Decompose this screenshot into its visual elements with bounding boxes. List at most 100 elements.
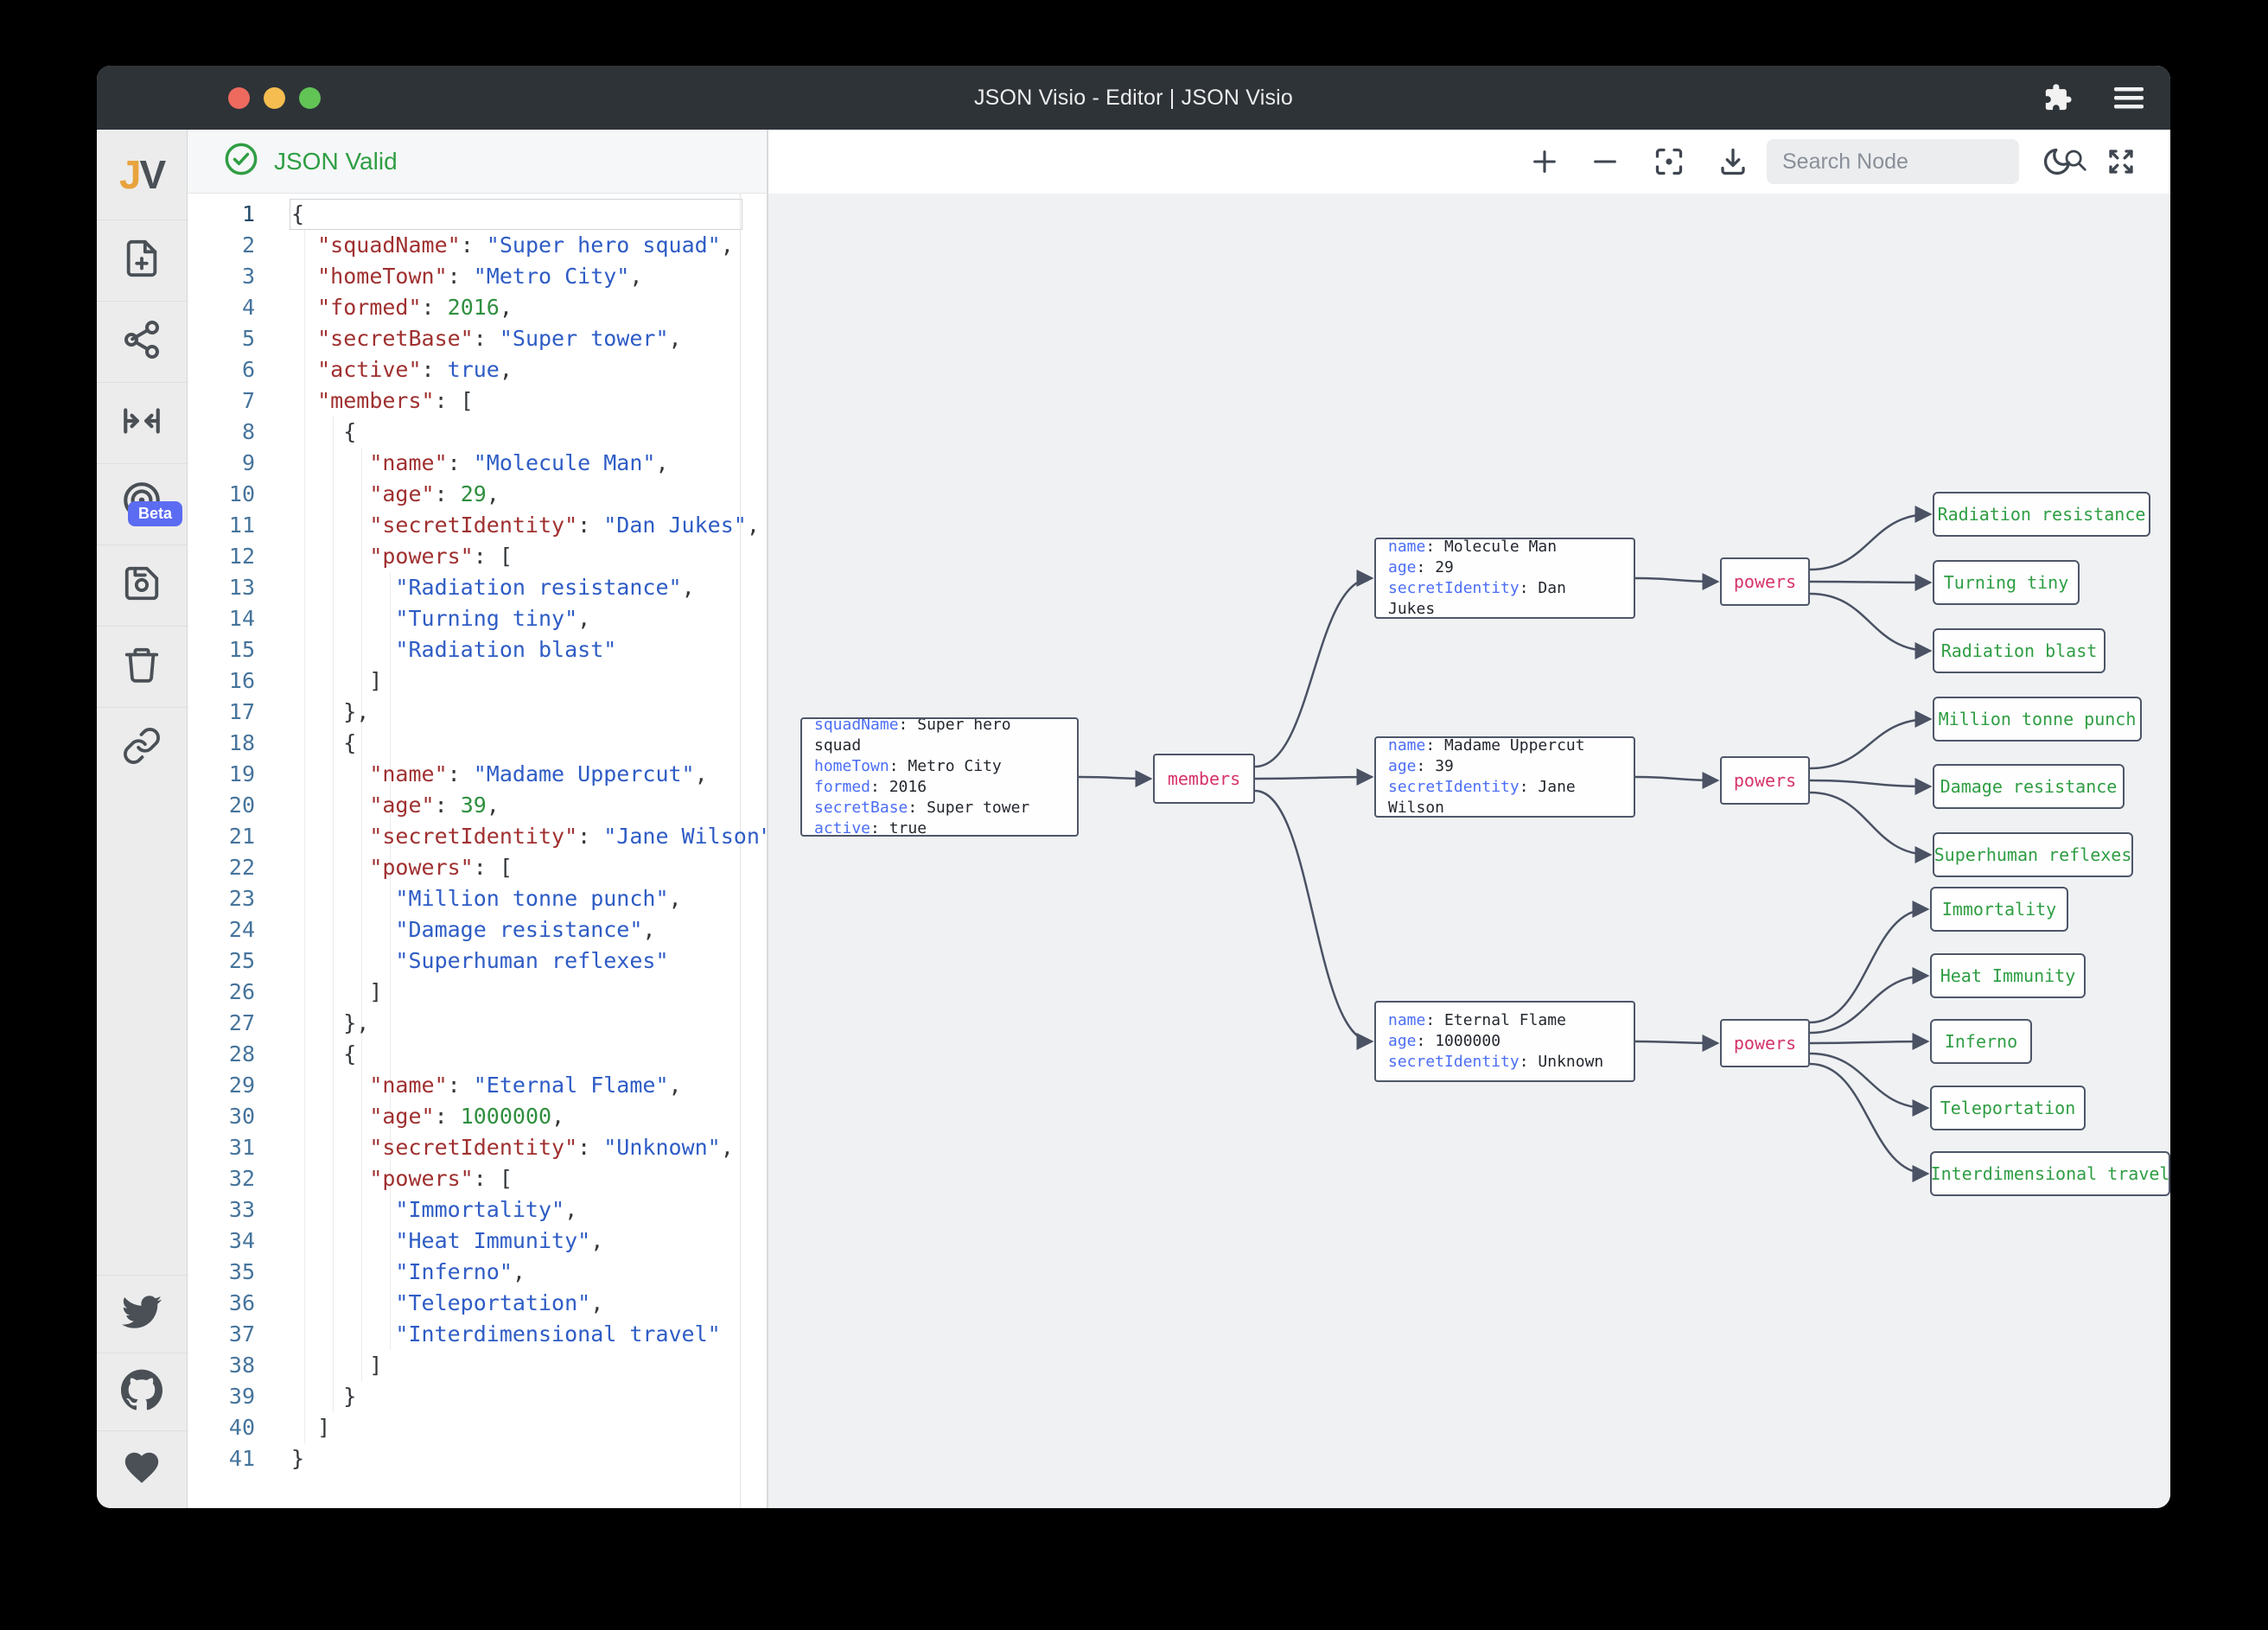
code-line: 35 "Inferno",: [188, 1257, 767, 1288]
code-line: 18 {: [188, 728, 767, 759]
code-line: 23 "Million tonne punch",: [188, 883, 767, 914]
sidebar-item-new-document[interactable]: [97, 220, 187, 301]
power-leaf-node[interactable]: Teleportation: [1930, 1086, 2086, 1130]
extension-icon[interactable]: [2042, 82, 2074, 113]
member-node[interactable]: name: Molecule Manage: 29secretIdentity:…: [1374, 538, 1635, 619]
save-icon: [122, 563, 162, 608]
line-number: 7: [188, 385, 255, 417]
line-number: 11: [188, 510, 255, 541]
line-number: 30: [188, 1101, 255, 1132]
power-leaf-node[interactable]: Turning tiny: [1933, 560, 2080, 605]
member-node[interactable]: name: Madame Uppercutage: 39secretIdenti…: [1374, 736, 1635, 818]
sidebar-item-twitter[interactable]: [97, 1275, 187, 1353]
line-number: 15: [188, 634, 255, 665]
line-number: 34: [188, 1226, 255, 1257]
power-leaf-node[interactable]: Heat Immunity: [1930, 953, 2086, 998]
line-number: 19: [188, 759, 255, 790]
sidebar-item-github[interactable]: [97, 1353, 187, 1430]
code-line: 31 "secretIdentity": "Unknown",: [188, 1132, 767, 1163]
line-number: 9: [188, 448, 255, 479]
code-line: 27 },: [188, 1008, 767, 1039]
line-number: 41: [188, 1443, 255, 1474]
code-line: 17 },: [188, 697, 767, 728]
line-number: 6: [188, 354, 255, 385]
power-leaf-node[interactable]: Inferno: [1930, 1019, 2032, 1064]
code-line: 5 "secretBase": "Super tower",: [188, 323, 767, 354]
powers-node[interactable]: powers: [1720, 557, 1810, 606]
line-number: 24: [188, 914, 255, 946]
power-leaf-node[interactable]: Radiation resistance: [1933, 492, 2150, 537]
code-line: 25 "Superhuman reflexes": [188, 946, 767, 977]
fullscreen-button[interactable]: [2097, 130, 2145, 194]
code-line: 28 {: [188, 1039, 767, 1070]
browser-menu-icon[interactable]: [2113, 82, 2144, 113]
code-line: 15 "Radiation blast": [188, 634, 767, 665]
code-line: 8 {: [188, 417, 767, 448]
line-number: 12: [188, 541, 255, 572]
code-line: 41}: [188, 1443, 767, 1474]
line-number: 14: [188, 603, 255, 634]
line-number: 22: [188, 852, 255, 883]
line-number: 3: [188, 261, 255, 292]
power-leaf-node[interactable]: Radiation blast: [1933, 628, 2106, 673]
members-node[interactable]: members: [1153, 754, 1255, 804]
root-node[interactable]: squadName: Super hero squadhomeTown: Met…: [800, 717, 1079, 837]
code-line: 20 "age": 39,: [188, 790, 767, 821]
line-number: 23: [188, 883, 255, 914]
sidebar-item-center-view[interactable]: [97, 382, 187, 463]
graph-canvas[interactable]: squadName: Super hero squadhomeTown: Met…: [768, 194, 2170, 1508]
code-line: 24 "Damage resistance",: [188, 914, 767, 946]
minimize-window-button[interactable]: [264, 87, 285, 109]
center-graph-button[interactable]: [1645, 130, 1693, 194]
line-number: 20: [188, 790, 255, 821]
powers-node[interactable]: powers: [1720, 756, 1810, 805]
dark-mode-toggle[interactable]: [2033, 130, 2081, 194]
search-node-input[interactable]: [1781, 149, 2062, 175]
line-number: 35: [188, 1257, 255, 1288]
zoom-in-button[interactable]: [1520, 130, 1569, 194]
power-leaf-node[interactable]: Superhuman reflexes: [1933, 832, 2133, 877]
power-leaf-node[interactable]: Million tonne punch: [1933, 697, 2142, 742]
code-line: 6 "active": true,: [188, 354, 767, 385]
power-leaf-node[interactable]: Immortality: [1930, 887, 2068, 932]
download-image-button[interactable]: [1709, 130, 1757, 194]
member-node[interactable]: name: Eternal Flameage: 1000000secretIde…: [1374, 1001, 1635, 1082]
json-code-editor[interactable]: 1{2 "squadName": "Super hero squad",3 "h…: [188, 194, 767, 1508]
code-line: 3 "homeTown": "Metro City",: [188, 261, 767, 292]
line-number: 38: [188, 1350, 255, 1381]
close-window-button[interactable]: [228, 87, 250, 109]
code-line: 32 "powers": [: [188, 1163, 767, 1194]
code-line: 12 "powers": [: [188, 541, 767, 572]
line-number: 31: [188, 1132, 255, 1163]
code-line: 29 "name": "Eternal Flame",: [188, 1070, 767, 1101]
code-line: 38 ]: [188, 1350, 767, 1381]
line-number: 29: [188, 1070, 255, 1101]
editor-panel: JSON Valid 1{2 "squadName": "Super hero …: [188, 130, 767, 1508]
power-leaf-node[interactable]: Damage resistance: [1933, 764, 2125, 809]
link-icon: [122, 726, 162, 770]
powers-node[interactable]: powers: [1720, 1019, 1810, 1067]
code-line: 34 "Heat Immunity",: [188, 1226, 767, 1257]
line-number: 18: [188, 728, 255, 759]
line-number: 21: [188, 821, 255, 852]
code-line: 10 "age": 29,: [188, 479, 767, 510]
zoom-window-button[interactable]: [299, 87, 321, 109]
power-leaf-node[interactable]: Interdimensional travel: [1930, 1151, 2170, 1196]
graph-panel: squadName: Super hero squadhomeTown: Met…: [768, 130, 2170, 1508]
sidebar-item-share-link[interactable]: [97, 707, 187, 788]
zoom-out-button[interactable]: [1581, 130, 1629, 194]
sidebar-item-visualize-graph[interactable]: [97, 301, 187, 382]
file-plus-icon: [122, 239, 162, 283]
app-logo[interactable]: JV: [97, 130, 187, 220]
sidebar-item-sponsor[interactable]: [97, 1430, 187, 1508]
left-sidebar: JV: [97, 130, 188, 1508]
search-node-box: [1767, 139, 2019, 184]
code-line: 1{: [188, 199, 767, 230]
sidebar-item-save-document[interactable]: [97, 544, 187, 626]
line-number: 1: [188, 199, 255, 230]
code-line: 39 }: [188, 1381, 767, 1412]
line-number: 36: [188, 1288, 255, 1319]
code-line: 16 ]: [188, 665, 767, 697]
title-bar: JSON Visio - Editor | JSON Visio: [97, 66, 2170, 130]
sidebar-item-clear-document[interactable]: [97, 626, 187, 707]
